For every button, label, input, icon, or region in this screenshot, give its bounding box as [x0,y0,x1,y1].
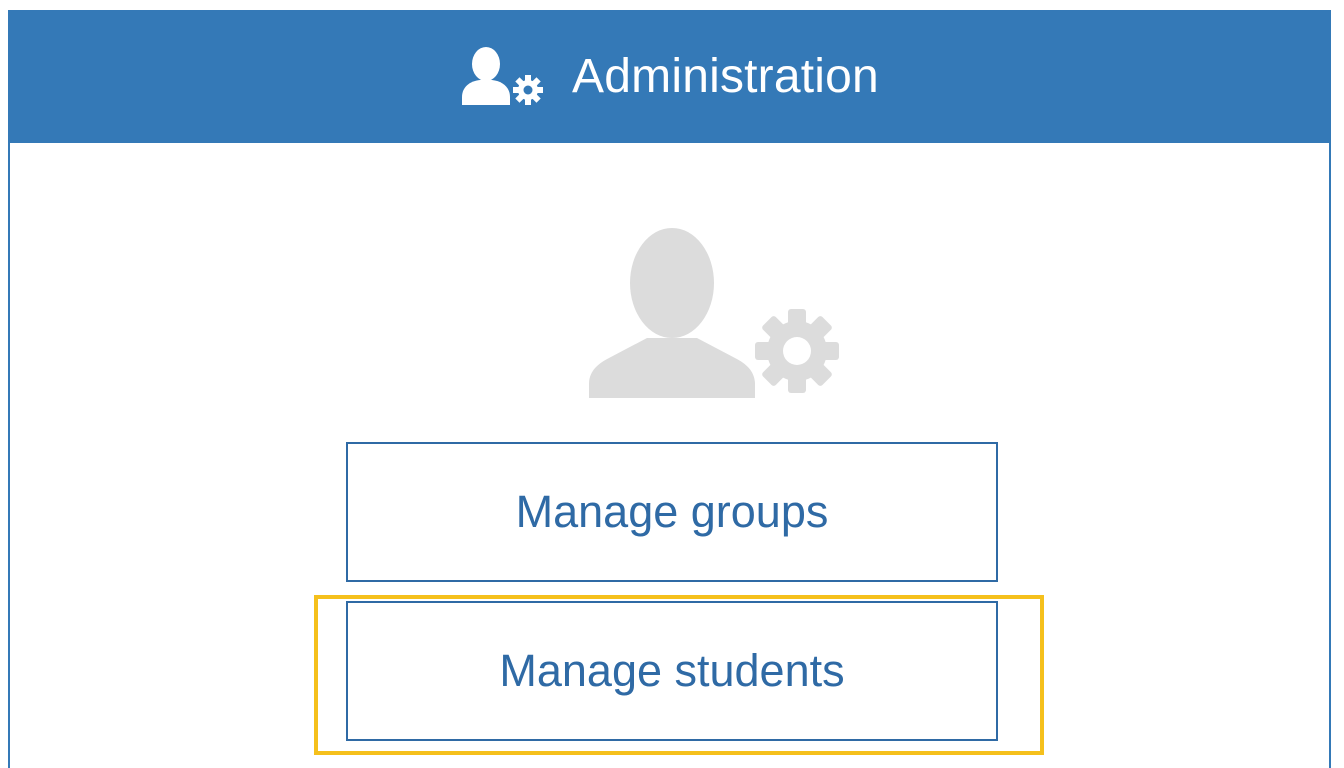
manage-groups-button[interactable]: Manage groups [346,442,998,582]
user-gear-icon [460,46,548,107]
manage-students-button[interactable]: Manage students [346,601,998,741]
panel-header: Administration [10,10,1329,143]
page-title: Administration [572,50,879,103]
user-gear-illustration-icon [587,226,843,398]
administration-panel: Administration Manage groups Manage stud… [8,10,1331,768]
